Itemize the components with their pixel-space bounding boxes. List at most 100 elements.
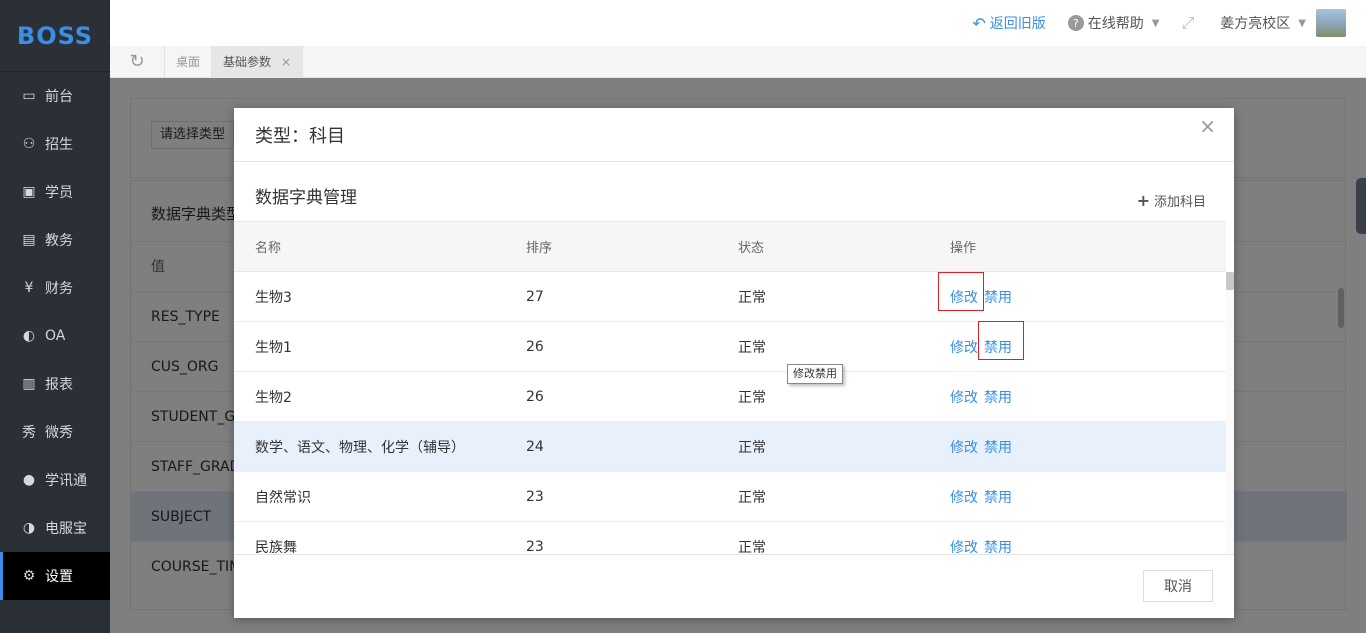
cell-name: 民族舞 (255, 539, 297, 554)
edit-link[interactable]: 修改 (950, 437, 978, 457)
cancel-button[interactable]: 取消 (1143, 570, 1213, 602)
edit-link[interactable]: 修改 (938, 271, 984, 311)
close-icon[interactable]: × (281, 55, 291, 69)
cell-name: 生物1 (255, 339, 292, 356)
edit-link[interactable]: 修改 (950, 537, 978, 554)
cell-status: 正常 (738, 389, 766, 406)
cell-status: 正常 (738, 539, 766, 554)
sidebar-item-label: 教务 (45, 233, 73, 249)
sidebar-item-label: 微秀 (45, 425, 73, 441)
plus-icon: + (1136, 191, 1150, 210)
dialog-title: 类型：科目 (234, 108, 1234, 162)
cell-order: 23 (526, 488, 544, 505)
disable-link[interactable]: 禁用 (984, 537, 1012, 554)
sidebar-item-label: 招生 (45, 137, 73, 153)
sidebar: BOSS ▭ 前台 ⚇ 招生 ▣ 学员 ▤ 教务 ¥ 财务 ◐ OA ▥ 报表秀微秀 ● 学讯通 ◑ 电服宝 ⚙ 设置 (0, 0, 110, 633)
sidebar-item-label: 电服宝 (45, 521, 87, 537)
window-icon: ▭ (22, 88, 36, 104)
sidebar-item[interactable]: ▣ 学员 (0, 168, 110, 216)
location-pin-icon: ● (22, 472, 36, 488)
cell-name: 生物2 (255, 389, 292, 406)
refresh-icon[interactable]: ↻ (110, 45, 165, 78)
edit-link[interactable]: 修改 (950, 387, 978, 407)
yen-icon: ¥ (24, 280, 34, 296)
disable-link[interactable]: 禁用 (984, 287, 1012, 307)
table-row: 自然常识 23 正常 修改 禁用 (234, 472, 1226, 522)
sidebar-item[interactable]: ◑ 电服宝 (0, 504, 110, 552)
back-old-version-link[interactable]: ↶ 返回旧版 (972, 13, 1045, 33)
table-row: 民族舞 23 正常 修改 禁用 (234, 522, 1226, 554)
sidebar-item[interactable]: ▤ 教务 (0, 216, 110, 264)
disable-link[interactable]: 禁用 (984, 437, 1012, 457)
cell-actions: 修改 禁用 (950, 320, 1226, 360)
cell-name: 数学、语文、物理、化学（辅导） (255, 439, 465, 456)
tab-label: 桌面 (176, 55, 201, 69)
avatar[interactable] (1316, 9, 1346, 37)
side-widget-handle[interactable] (1356, 178, 1366, 234)
cell-order: 23 (526, 538, 544, 554)
close-icon[interactable]: × (1199, 114, 1216, 138)
sidebar-item[interactable]: ⚙ 设置 (0, 552, 110, 600)
table-scrollbar[interactable] (1226, 272, 1234, 554)
disable-link[interactable]: 禁用 (978, 320, 1024, 360)
disable-link[interactable]: 禁用 (984, 487, 1012, 507)
sidebar-item-label: OA (45, 328, 66, 344)
app-logo[interactable]: BOSS (0, 0, 110, 72)
cell-status: 正常 (738, 489, 766, 506)
scrollbar-thumb[interactable] (1226, 272, 1234, 290)
cell-order: 27 (526, 288, 544, 305)
subject-dialog: 类型：科目 × 数据字典管理 + 添加科目 名称 排序 状态 操作 生物3 27 正… (234, 108, 1234, 618)
online-help-menu[interactable]: ? 在线帮助 ▼ (1067, 13, 1160, 33)
sidebar-item-label: 前台 (45, 89, 73, 105)
top-bar: ↶ 返回旧版 ? 在线帮助 ▼ ⤢ 姜方亮校区 ▼ (110, 0, 1366, 46)
cell-actions: 修改 禁用 (950, 437, 1226, 457)
sidebar-nav: ▭ 前台 ⚇ 招生 ▣ 学员 ▤ 教务 ¥ 财务 ◐ OA ▥ 报表秀微秀 ● 学讯通 ◑ 电服宝 ⚙ 设置 (0, 72, 110, 600)
help-circle-icon: ? (1067, 15, 1084, 31)
cell-name: 自然常识 (255, 489, 311, 506)
undo-arrow-icon: ↶ (972, 13, 986, 33)
user-add-icon: ⚇ (22, 136, 36, 152)
back-old-version-label: 返回旧版 (989, 16, 1046, 32)
bar-chart-icon: ▥ (22, 376, 36, 392)
sidebar-item[interactable]: 秀微秀 (0, 408, 110, 456)
cell-name: 生物3 (255, 289, 292, 306)
top-bar-actions: ↶ 返回旧版 ? 在线帮助 ▼ ⤢ 姜方亮校区 ▼ (950, 0, 1346, 46)
sidebar-item-label: 学讯通 (45, 473, 87, 489)
xiu-icon: 秀 (22, 425, 36, 441)
sidebar-item[interactable]: ▥ 报表 (0, 360, 110, 408)
column-header-actions: 操作 (950, 241, 977, 256)
add-subject-button[interactable]: + 添加科目 (1137, 191, 1206, 210)
column-header-order: 排序 (526, 241, 553, 256)
book-icon: ▤ (22, 232, 36, 248)
fullscreen-button[interactable]: ⤢ (1181, 13, 1198, 33)
campus-label: 姜方亮校区 (1220, 16, 1291, 32)
table-row: 生物2 26 正常 修改 禁用 (234, 372, 1226, 422)
disable-link[interactable]: 禁用 (984, 387, 1012, 407)
table-header: 名称 排序 状态 操作 (234, 221, 1226, 272)
sidebar-item-label: 财务 (45, 281, 73, 297)
expand-icon: ⤢ (1181, 13, 1195, 32)
edit-link[interactable]: 修改 (950, 487, 978, 507)
sidebar-item[interactable]: ¥ 财务 (0, 264, 110, 312)
add-subject-label: 添加科目 (1153, 195, 1206, 210)
table-body: 生物3 27 正常 修改 禁用 生物1 26 正常 修改 禁用 生物2 26 正常 修改 禁用 数学、语文、物… (234, 271, 1226, 554)
sidebar-item[interactable]: ⚇ 招生 (0, 120, 110, 168)
dialog-section-header: 数据字典管理 + 添加科目 (234, 163, 1234, 221)
table-row: 生物3 27 正常 修改 禁用 (234, 271, 1226, 322)
cell-actions: 修改 禁用 (950, 387, 1226, 407)
campus-selector[interactable]: 姜方亮校区 ▼ (1220, 13, 1306, 33)
edit-link[interactable]: 修改 (950, 337, 978, 357)
column-header-status: 状态 (738, 241, 765, 256)
tab-basic-params[interactable]: 基础参数 × (212, 45, 304, 78)
tab-label: 基础参数 (223, 55, 272, 69)
tab-desktop[interactable]: 桌面 (165, 45, 213, 78)
cell-status: 正常 (738, 339, 766, 356)
sidebar-item[interactable]: ● 学讯通 (0, 456, 110, 504)
sidebar-item[interactable]: ◐ OA (0, 312, 110, 360)
table-row: 生物1 26 正常 修改 禁用 (234, 320, 1226, 372)
sidebar-item[interactable]: ▭ 前台 (0, 72, 110, 120)
sidebar-item-label: 学员 (45, 185, 73, 201)
column-header-name: 名称 (255, 241, 282, 256)
chevron-down-icon: ▼ (1151, 17, 1160, 29)
id-card-icon: ▣ (22, 184, 36, 200)
